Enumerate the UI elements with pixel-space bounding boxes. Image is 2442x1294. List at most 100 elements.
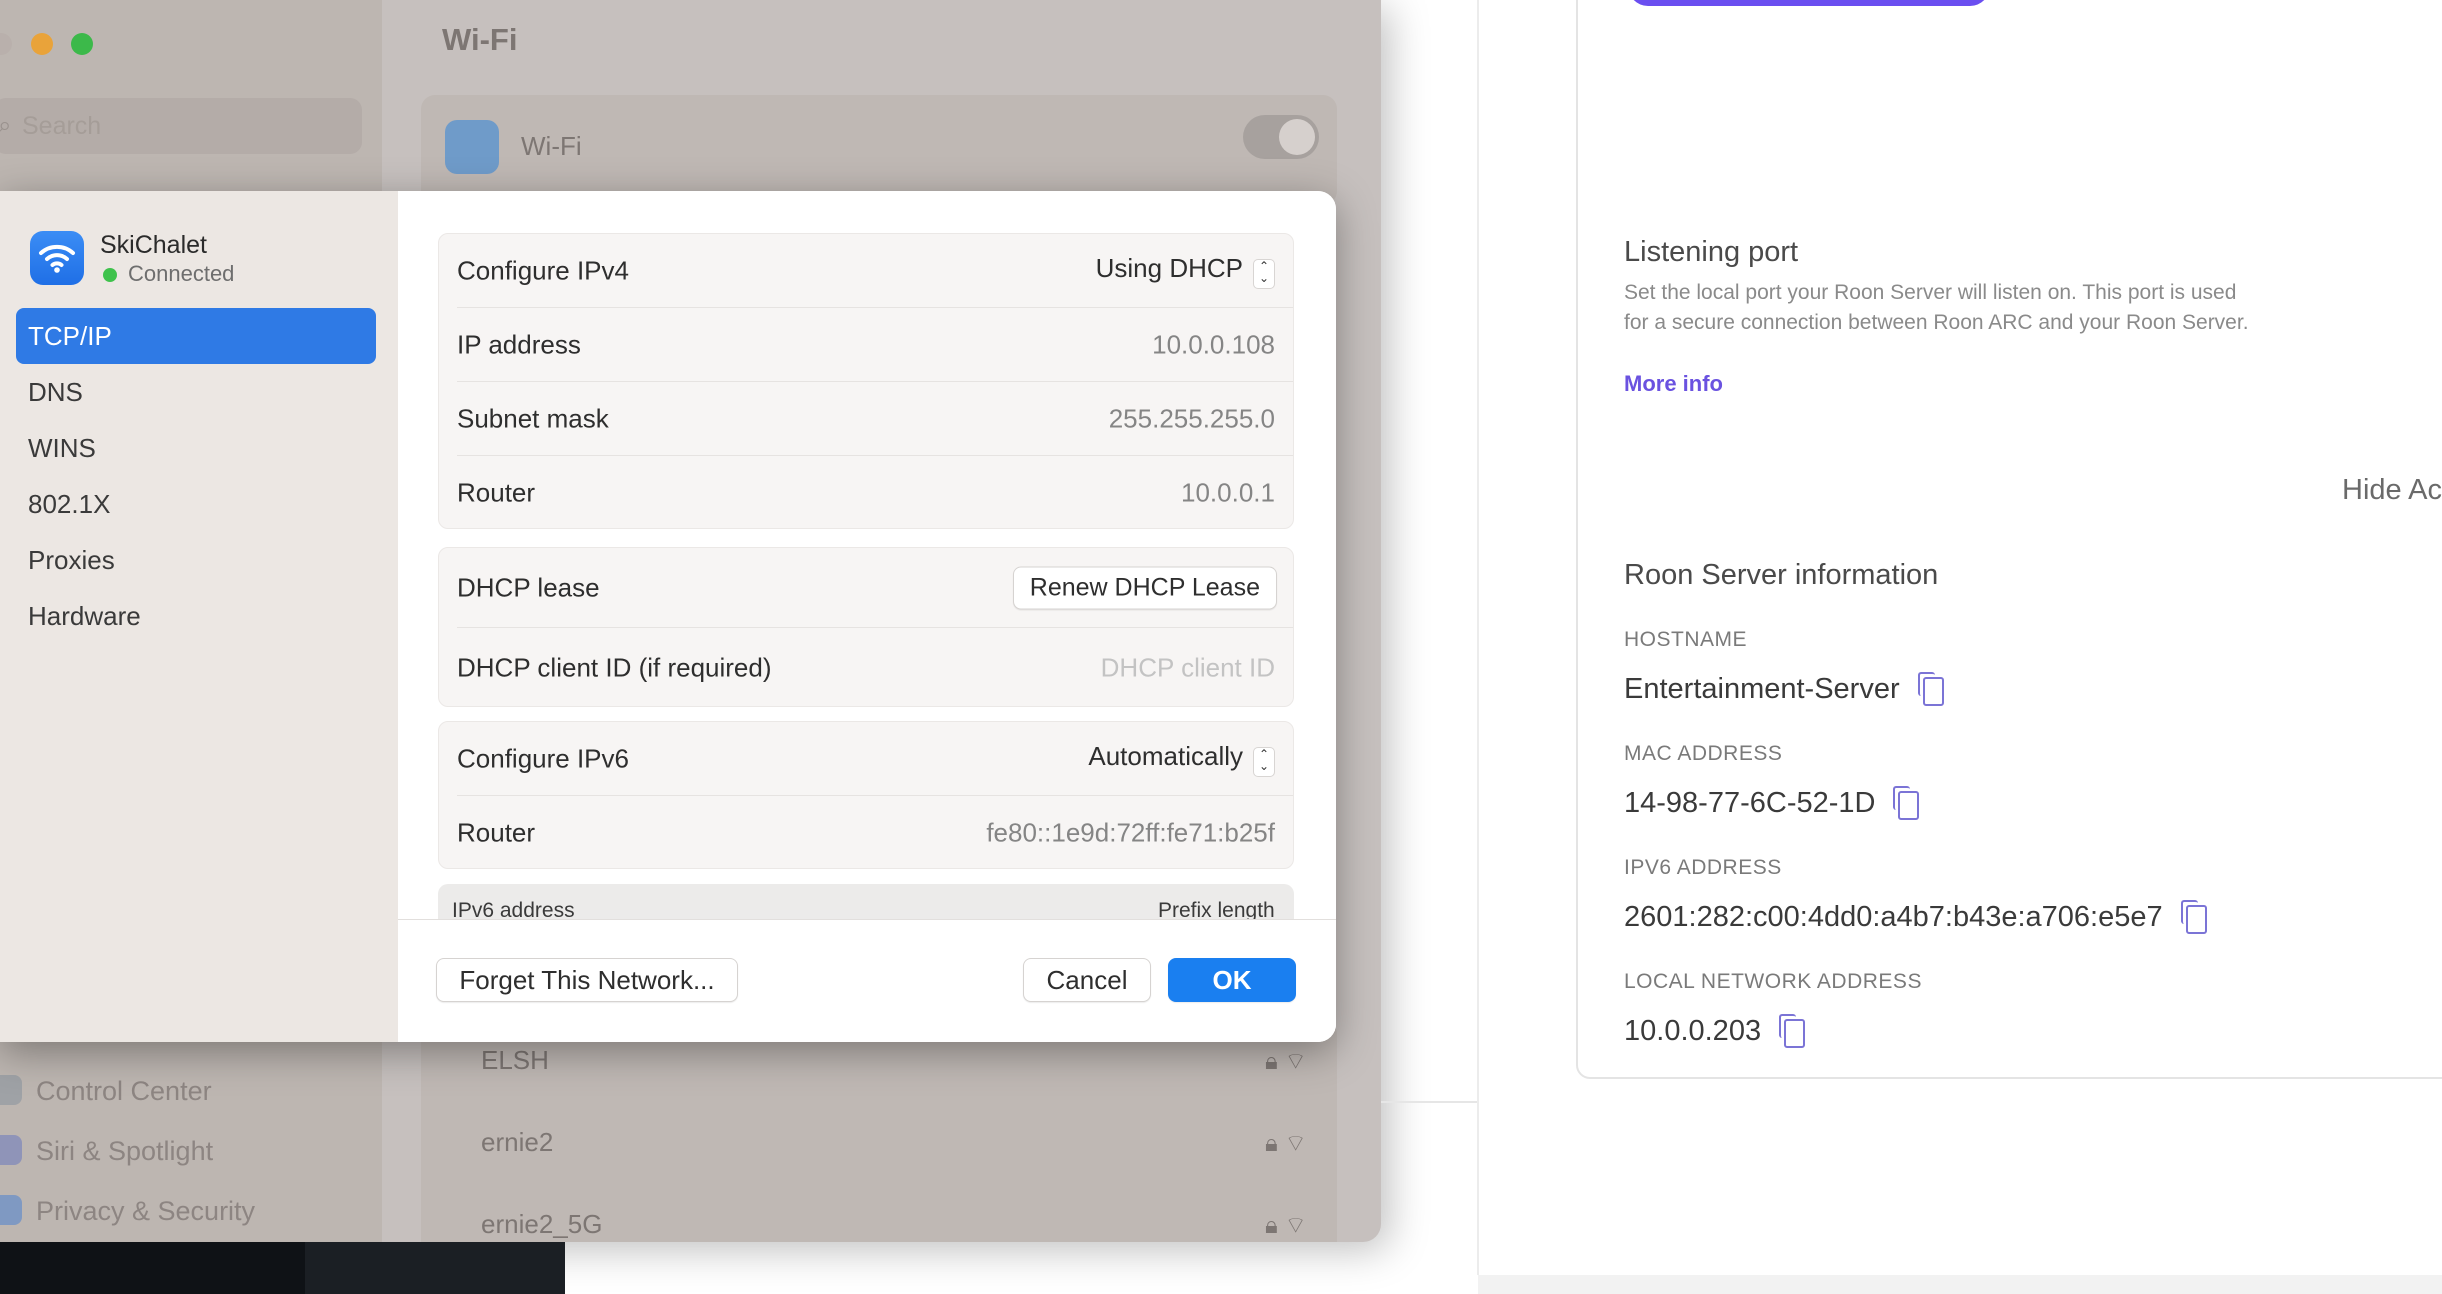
siri-icon: [0, 1135, 22, 1165]
wifi-label: Wi-Fi: [521, 131, 582, 161]
listening-port-description: Set the local port your Roon Server will…: [1624, 281, 2249, 334]
network-name: SkiChalet: [100, 231, 207, 259]
close-window-button[interactable]: [0, 33, 12, 55]
configure-ipv6-select[interactable]: Automatically ⌃ ⌄: [1088, 741, 1275, 777]
router-value: 10.0.0.1: [1181, 477, 1275, 508]
mac-address-value: 14-98-77-6C-52-1D: [1624, 787, 1876, 819]
hide-advanced-link[interactable]: Hide Ac: [2342, 474, 2442, 507]
dialog-sidebar: SkiChalet Connected TCP/IP DNS WINS 802.…: [0, 191, 398, 1042]
ipv6-address-label: IPV6 ADDRESS: [1624, 856, 1782, 879]
more-info-link[interactable]: More info: [1624, 371, 1723, 397]
network-item[interactable]: ELSH: [481, 1040, 549, 1080]
control-center-icon: [0, 1075, 22, 1105]
tab-proxies[interactable]: Proxies: [16, 532, 376, 588]
local-network-address-value: 10.0.0.203: [1624, 1015, 1762, 1047]
dhcp-client-id-field[interactable]: DHCP client ID: [1101, 653, 1275, 684]
tab-tcp-ip[interactable]: TCP/IP: [16, 308, 376, 364]
configure-ipv4-select[interactable]: Using DHCP ⌃ ⌄: [1096, 253, 1275, 289]
copy-icon[interactable]: [1893, 786, 1920, 820]
network-list: ELSH 🔒︎ ⌔ ernie2 🔒︎ ⌔ ernie2_5G 🔒︎ ⌔: [421, 1020, 1337, 1242]
network-name: ernie2_5G: [481, 1209, 603, 1239]
ip-address-value: 10.0.0.108: [1152, 329, 1275, 360]
local-network-address-label: LOCAL NETWORK ADDRESS: [1624, 970, 1922, 993]
sidebar-item-control-center[interactable]: Control Center: [0, 1068, 212, 1114]
ok-button[interactable]: OK: [1168, 958, 1296, 1002]
tcp-ip-panel: Configure IPv4 Using DHCP ⌃ ⌄ IP address 1…: [398, 191, 1336, 1042]
hand-icon: [0, 1195, 22, 1225]
ipv6-address-table-header: IPv6 address Prefix length: [438, 884, 1294, 924]
page-footer: [1478, 1275, 2442, 1294]
maximize-window-button[interactable]: [71, 33, 93, 55]
network-name: ernie2: [481, 1127, 554, 1157]
sidebar-item-label: Privacy & Security: [36, 1196, 256, 1226]
ipv4-group: Configure IPv4 Using DHCP ⌃ ⌄ IP address 1…: [438, 233, 1294, 529]
configure-ipv6-row: Configure IPv6 Automatically ⌃ ⌄: [439, 722, 1293, 796]
tab-wins[interactable]: WINS: [16, 420, 376, 476]
renew-dhcp-lease-button[interactable]: Renew DHCP Lease: [1012, 566, 1277, 610]
sidebar-item-label: Siri & Spotlight: [36, 1136, 214, 1166]
configure-ipv6-label: Configure IPv6: [457, 743, 629, 774]
search-placeholder: Search: [22, 112, 102, 140]
desktop-strip-dark: [0, 1242, 305, 1294]
dhcp-client-id-row: DHCP client ID (if required) DHCP client…: [439, 628, 1293, 708]
router-label: Router: [457, 477, 536, 508]
configure-ipv4-label: Configure IPv4: [457, 255, 629, 286]
configure-ipv6-value: Automatically: [1088, 741, 1243, 771]
copy-icon[interactable]: [1917, 672, 1944, 706]
hostname-value: Entertainment-Server: [1624, 673, 1900, 705]
hostname-row: Entertainment-Server: [1624, 672, 1944, 706]
dhcp-group: DHCP lease Renew DHCP Lease DHCP client …: [438, 547, 1294, 707]
hostname-label: HOSTNAME: [1624, 628, 1748, 651]
search-icon: ⌕: [0, 112, 12, 139]
subnet-mask-value: 255.255.255.0: [1108, 403, 1275, 434]
sidebar-item-privacy-security[interactable]: Privacy & Security: [0, 1188, 255, 1234]
ipv6-router-row: Router fe80::1e9d:72ff:fe71:b25f: [439, 796, 1293, 870]
copy-icon[interactable]: [1779, 1014, 1806, 1048]
divider: [1477, 0, 1479, 1275]
dhcp-client-id-label: DHCP client ID (if required): [457, 652, 772, 683]
wifi-toggle[interactable]: [1243, 115, 1319, 159]
wifi-icon: [445, 120, 499, 174]
connected-status-dot: [103, 268, 117, 282]
minimize-window-button[interactable]: [31, 33, 53, 55]
wifi-icon: [30, 231, 84, 285]
configure-ipv4-row: Configure IPv4 Using DHCP ⌃ ⌄: [439, 234, 1293, 308]
lock-icon: 🔒︎ ⌔: [1265, 1130, 1307, 1157]
settings-search-input[interactable]: ⌕ Search: [0, 98, 362, 154]
network-item[interactable]: ernie2_5G: [481, 1204, 602, 1242]
ipv6-address-value: 2601:282:c00:4dd0:a4b7:b43e:a706:e5e7: [1624, 901, 2163, 933]
chevron-up-down-icon: ⌃ ⌄: [1253, 259, 1275, 289]
ipv6-group: Configure IPv6 Automatically ⌃ ⌄ Router fe…: [438, 721, 1294, 869]
mac-address-label: MAC ADDRESS: [1624, 742, 1783, 765]
dhcp-lease-row: DHCP lease Renew DHCP Lease: [439, 548, 1293, 628]
network-name: ELSH: [481, 1045, 549, 1075]
server-info-title: Roon Server information: [1624, 559, 1939, 591]
wifi-row: Wi-Fi: [421, 95, 1337, 205]
listening-port-title: Listening port: [1624, 236, 1799, 268]
forget-network-button[interactable]: Forget This Network...: [436, 958, 738, 1002]
divider: [1381, 1101, 1478, 1103]
cancel-button[interactable]: Cancel: [1023, 958, 1151, 1002]
network-item[interactable]: ernie2: [481, 1122, 553, 1162]
subnet-mask-row: Subnet mask 255.255.255.0: [439, 382, 1293, 456]
router-row: Router 10.0.0.1: [439, 456, 1293, 530]
ip-address-row: IP address 10.0.0.108: [439, 308, 1293, 382]
ipv6-router-value: fe80::1e9d:72ff:fe71:b25f: [986, 817, 1275, 848]
tab-802-1x[interactable]: 802.1X: [16, 476, 376, 532]
ipv6-router-label: Router: [457, 817, 536, 848]
mac-address-row: 14-98-77-6C-52-1D: [1624, 786, 1920, 820]
sidebar-item-siri-spotlight[interactable]: Siri & Spotlight: [0, 1128, 213, 1174]
subnet-mask-label: Subnet mask: [457, 403, 609, 434]
sidebar-item-label: Control Center: [36, 1076, 212, 1106]
lock-icon: 🔒︎ ⌔: [1265, 1212, 1307, 1239]
network-status: Connected: [128, 261, 235, 286]
configure-ipv4-value: Using DHCP: [1095, 253, 1243, 283]
lock-icon: 🔒︎ ⌔: [1265, 1048, 1307, 1075]
chevron-up-down-icon: ⌃ ⌄: [1253, 747, 1275, 777]
page-title: Wi-Fi: [442, 22, 518, 57]
tab-dns[interactable]: DNS: [16, 364, 376, 420]
primary-button[interactable]: [1628, 0, 1990, 6]
copy-icon[interactable]: [2180, 900, 2207, 934]
network-details-dialog: SkiChalet Connected TCP/IP DNS WINS 802.…: [0, 191, 1336, 1042]
tab-hardware[interactable]: Hardware: [16, 588, 376, 644]
